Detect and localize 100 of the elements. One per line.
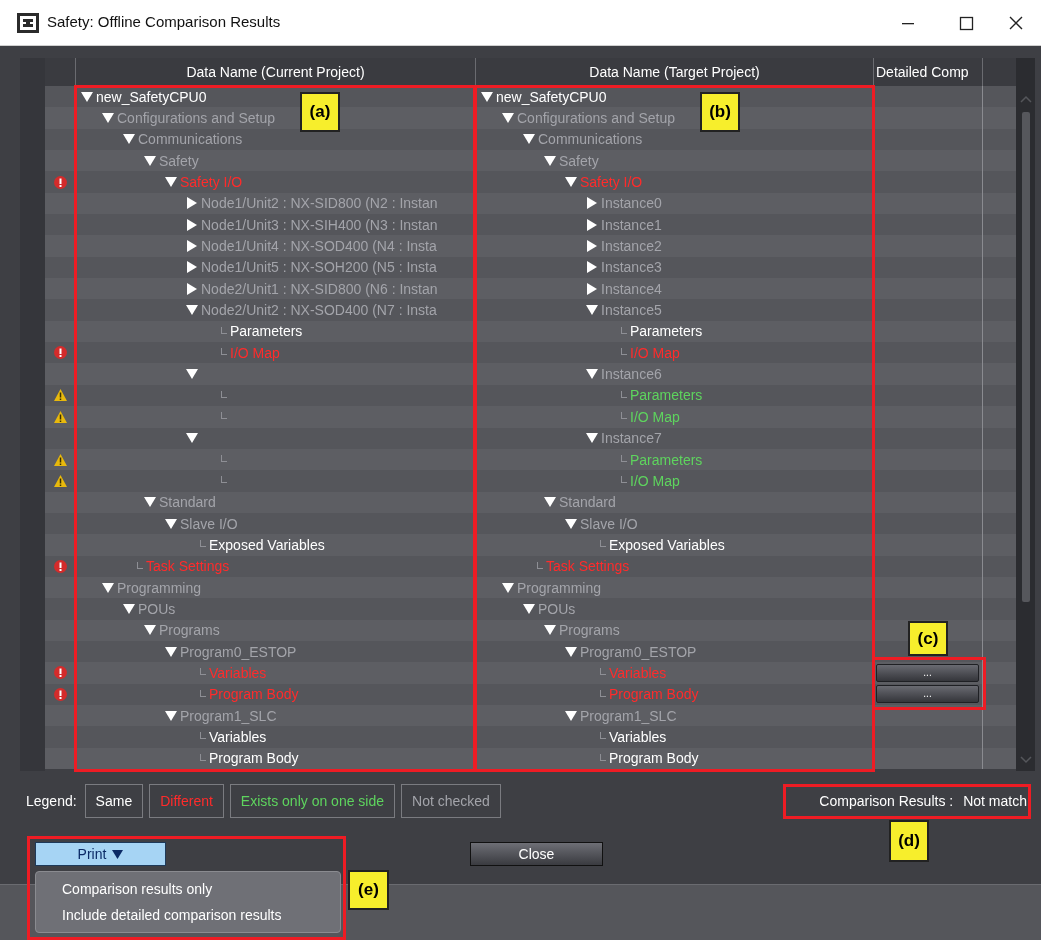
expanded-triangle-icon[interactable]	[144, 154, 156, 167]
tree-node-label[interactable]: Variables	[609, 665, 667, 680]
tree-node-label[interactable]: Configurations and Setup	[517, 111, 675, 125]
tree-node-label[interactable]: Program Body	[609, 687, 699, 702]
tree-node-label[interactable]: Instance7	[601, 431, 662, 446]
tree-node-label[interactable]: Parameters	[630, 388, 703, 403]
tree-node-label[interactable]: Programs	[159, 623, 220, 638]
tree-node-label[interactable]: POUs	[138, 601, 176, 616]
menu-item[interactable]: Comparison results only	[36, 876, 340, 902]
tree-node-label[interactable]: Slave I/O	[580, 516, 638, 531]
close-button[interactable]: Close	[470, 842, 603, 866]
tree-node-label[interactable]: new_SafetyCPU0	[96, 89, 207, 104]
tree-node-label[interactable]: POUs	[538, 601, 576, 616]
tree-node-label[interactable]: Instance1	[601, 217, 662, 232]
collapsed-triangle-icon[interactable]	[186, 282, 198, 295]
tree-node-label[interactable]: I/O Map	[630, 473, 680, 488]
tree-node-label[interactable]: Parameters	[630, 452, 703, 467]
expanded-triangle-icon[interactable]	[165, 645, 177, 658]
tree-node-label[interactable]: Programs	[559, 623, 620, 638]
expanded-triangle-icon[interactable]	[586, 432, 598, 445]
expanded-triangle-icon[interactable]	[565, 709, 577, 722]
expanded-triangle-icon[interactable]	[186, 304, 198, 317]
tree-node-label[interactable]: Programming	[517, 580, 602, 595]
tree-node-label[interactable]: Variables	[209, 730, 267, 744]
tree-node-label[interactable]: Safety I/O	[580, 175, 643, 190]
tree-node-label[interactable]: Instance3	[601, 260, 662, 275]
tree-node-label[interactable]: Node1/Unit4 : NX-SOD400 (N4 : Insta	[201, 239, 437, 254]
expanded-triangle-icon[interactable]	[481, 90, 493, 103]
collapsed-triangle-icon[interactable]	[586, 240, 598, 253]
expanded-triangle-icon[interactable]	[586, 304, 598, 317]
collapsed-triangle-icon[interactable]	[186, 261, 198, 274]
tree-node-label[interactable]: Node1/Unit3 : NX-SIH400 (N3 : Instan	[201, 217, 438, 232]
tree-node-label[interactable]: Parameters	[630, 324, 703, 339]
expanded-triangle-icon[interactable]	[523, 133, 535, 146]
expanded-triangle-icon[interactable]	[565, 645, 577, 658]
menu-item[interactable]: Include detailed comparison results	[36, 902, 340, 928]
tree-node-label[interactable]: I/O Map	[230, 345, 280, 360]
expanded-triangle-icon[interactable]	[81, 90, 93, 103]
expanded-triangle-icon[interactable]	[502, 581, 514, 594]
tree-node-label[interactable]: Instance5	[601, 303, 662, 318]
expanded-triangle-icon[interactable]	[165, 517, 177, 530]
tree-node-label[interactable]: Task Settings	[146, 559, 230, 574]
expanded-triangle-icon[interactable]	[544, 496, 556, 509]
expanded-triangle-icon[interactable]	[565, 517, 577, 530]
tree-node-label[interactable]: Node1/Unit5 : NX-SOH200 (N5 : Insta	[201, 260, 437, 275]
expanded-triangle-icon[interactable]	[144, 624, 156, 637]
tree-node-label[interactable]: Instance2	[601, 239, 662, 254]
tree-node-label[interactable]: Program1_SLC	[580, 708, 677, 723]
expanded-triangle-icon[interactable]	[586, 368, 598, 381]
tree-node-label[interactable]: Instance6	[601, 367, 662, 382]
expanded-triangle-icon[interactable]	[123, 133, 135, 146]
collapsed-triangle-icon[interactable]	[586, 218, 598, 231]
tree-node-label[interactable]: Program Body	[209, 687, 299, 702]
scrollbar-thumb[interactable]	[1021, 112, 1030, 602]
expanded-triangle-icon[interactable]	[165, 176, 177, 189]
tree-node-label[interactable]: Communications	[138, 132, 243, 147]
tree-node-label[interactable]: Task Settings	[546, 559, 630, 574]
tree-node-label[interactable]: Exposed Variables	[609, 537, 725, 552]
expanded-triangle-icon[interactable]	[565, 176, 577, 189]
tree-node-label[interactable]: Safety I/O	[180, 175, 243, 190]
expanded-triangle-icon[interactable]	[165, 709, 177, 722]
collapsed-triangle-icon[interactable]	[586, 197, 598, 210]
tree-node-label[interactable]: Standard	[159, 495, 216, 510]
tree-node-label[interactable]: Instance0	[601, 196, 662, 211]
tree-node-label[interactable]: Communications	[538, 132, 643, 147]
tree-node-label[interactable]: Program1_SLC	[180, 708, 277, 723]
collapsed-triangle-icon[interactable]	[586, 261, 598, 274]
expanded-triangle-icon[interactable]	[102, 581, 114, 594]
tree-node-label[interactable]: Configurations and Setup	[117, 111, 275, 125]
tree-node-label[interactable]: Parameters	[230, 324, 303, 339]
expanded-triangle-icon[interactable]	[186, 432, 198, 445]
tree-node-label[interactable]: Node2/Unit2 : NX-SOD400 (N7 : Insta	[201, 303, 437, 318]
tree-node-label[interactable]: Programming	[117, 580, 202, 595]
tree-node-label[interactable]: I/O Map	[630, 345, 680, 360]
collapsed-triangle-icon[interactable]	[586, 282, 598, 295]
tree-node-label[interactable]: Exposed Variables	[209, 537, 325, 552]
scrollbar[interactable]	[1016, 58, 1035, 771]
collapsed-triangle-icon[interactable]	[186, 218, 198, 231]
collapsed-triangle-icon[interactable]	[186, 197, 198, 210]
tree-node-label[interactable]: Program Body	[209, 751, 299, 766]
expanded-triangle-icon[interactable]	[144, 496, 156, 509]
tree-node-label[interactable]: Safety	[159, 153, 199, 168]
expanded-triangle-icon[interactable]	[123, 602, 135, 615]
tree-node-label[interactable]: Variables	[209, 665, 267, 680]
tree-node-label[interactable]: Instance4	[601, 281, 662, 296]
expanded-triangle-icon[interactable]	[502, 112, 514, 124]
tree-node-label[interactable]: Node2/Unit1 : NX-SID800 (N6 : Instan	[201, 281, 438, 296]
expanded-triangle-icon[interactable]	[523, 602, 535, 615]
print-button[interactable]: Print	[35, 842, 166, 866]
tree-node-label[interactable]: Program0_ESTOP	[580, 644, 697, 659]
expanded-triangle-icon[interactable]	[186, 368, 198, 381]
tree-node-label[interactable]: Node1/Unit2 : NX-SID800 (N2 : Instan	[201, 196, 438, 211]
detail-button[interactable]: ...	[876, 663, 979, 682]
tree-node-label[interactable]: Slave I/O	[180, 516, 238, 531]
tree-node-label[interactable]: Program0_ESTOP	[180, 644, 297, 659]
tree-node-label[interactable]: new_SafetyCPU0	[496, 89, 607, 104]
tree-node-label[interactable]: Standard	[559, 495, 616, 510]
tree-node-label[interactable]: Variables	[609, 730, 667, 744]
tree-node-label[interactable]: Safety	[559, 153, 599, 168]
collapsed-triangle-icon[interactable]	[186, 240, 198, 253]
